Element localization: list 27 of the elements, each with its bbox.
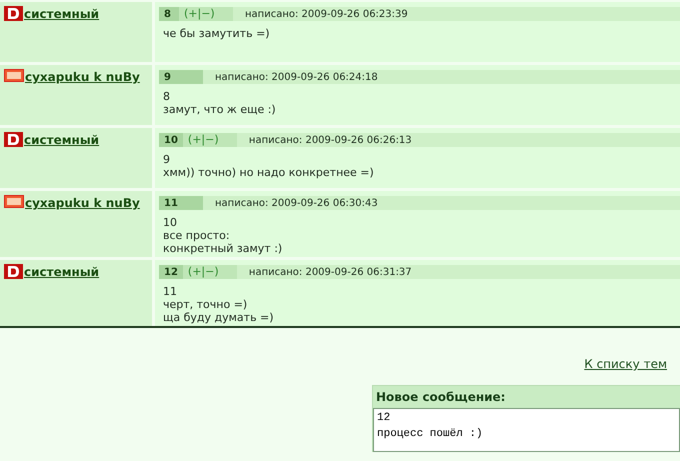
post-date: написано: 2009-09-26 06:24:18 — [215, 70, 378, 84]
post-number: 12 — [159, 265, 183, 279]
post-date: написано: 2009-09-26 06:31:37 — [248, 266, 412, 280]
message-field[interactable]: 12 процесс пошёл :) — [373, 408, 680, 452]
d-logo-icon — [4, 6, 23, 21]
badge-icon — [4, 69, 24, 82]
post-number: 9 — [159, 70, 203, 84]
new-message-title: Новое сообщение: — [375, 389, 506, 406]
post-text: 9 хмм)) точно) но надо конкретнее =) — [163, 153, 374, 179]
post-date: написано: 2009-09-26 06:26:13 — [248, 134, 412, 148]
d-logo-icon — [4, 132, 23, 147]
post-text: 10 все просто: конкретный замут :) — [163, 216, 282, 255]
author-link[interactable]: системный — [24, 132, 100, 148]
post-number: 8 — [159, 7, 179, 21]
post-number: 11 — [159, 196, 203, 210]
author-link[interactable]: системный — [24, 6, 100, 22]
d-logo-icon — [4, 264, 23, 279]
badge-icon — [4, 195, 24, 208]
post-text: че бы замутить =) — [163, 27, 270, 40]
post-text: 11 черт, точно =) ща буду думать =) — [163, 285, 274, 324]
post-text: 8 замут, что ж еще :) — [163, 90, 276, 116]
author-link[interactable]: системный — [24, 264, 100, 280]
post-date: написано: 2009-09-26 06:23:39 — [245, 8, 408, 22]
topic-list-link[interactable]: К списку тем — [584, 355, 667, 373]
post-date: написано: 2009-09-26 06:30:43 — [215, 196, 378, 210]
author-link[interactable]: cyxapuku k nuBy — [25, 195, 140, 211]
post-number: 10 — [159, 133, 183, 147]
